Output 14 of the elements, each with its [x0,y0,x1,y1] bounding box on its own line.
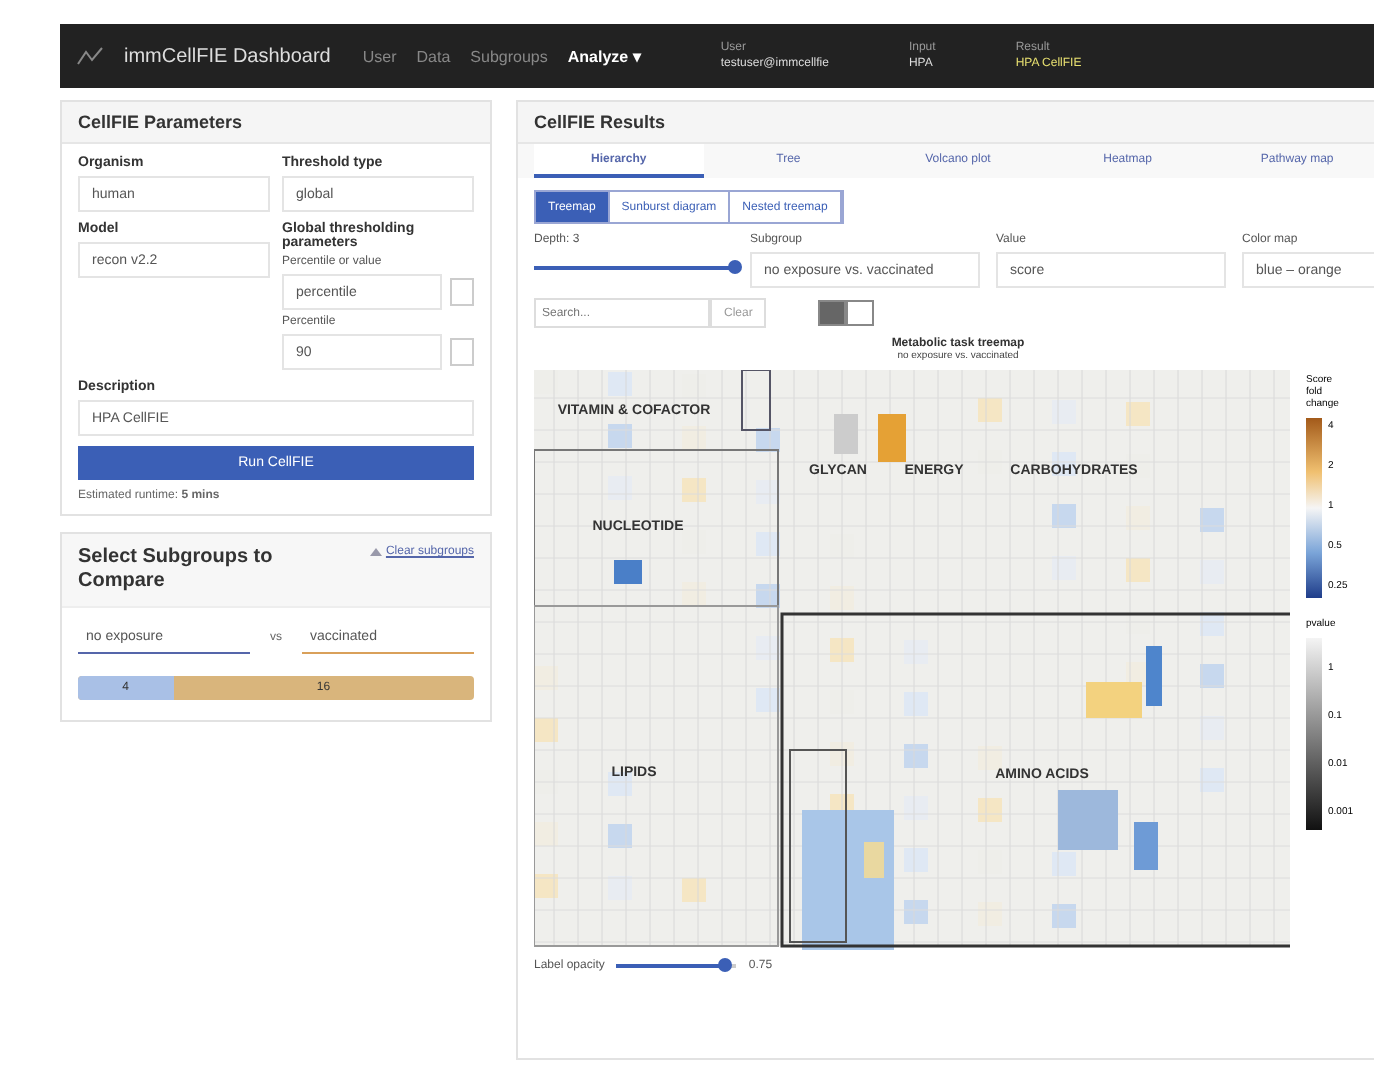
toggle-button[interactable] [846,300,875,326]
nav-link[interactable]: Data [416,47,451,65]
card-title: CellFIE Parameters [62,102,490,144]
nav-link[interactable]: Subgroups [470,47,548,65]
card-title: Select Subgroups to Compare [78,546,275,594]
brand-title[interactable]: immCellFIE Dashboard [124,45,331,67]
nav-link[interactable]: Analyze ▾ [567,47,641,65]
stepper-button[interactable] [450,338,474,366]
toggle-button[interactable] [818,300,847,326]
logo-icon [76,46,104,66]
stepper-button[interactable] [450,278,474,306]
card-title: CellFIE Results [518,102,1374,144]
triangle-icon [369,546,382,558]
nav-link[interactable]: User [362,47,397,65]
